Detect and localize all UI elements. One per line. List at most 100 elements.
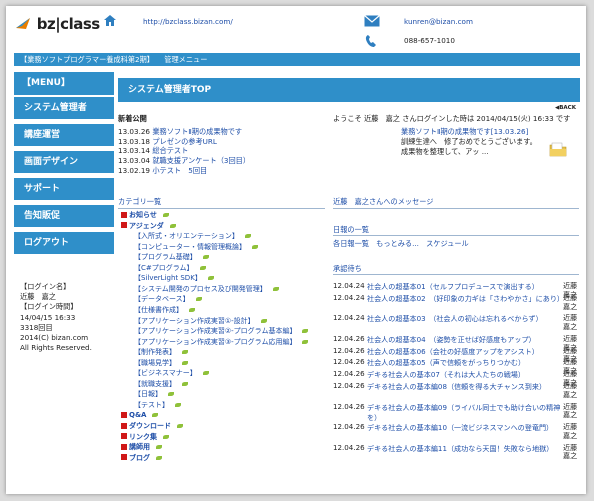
category-item[interactable]: Q&A xyxy=(121,411,159,420)
category-label[interactable]: アジェンダ xyxy=(129,222,164,230)
category-item[interactable]: 【アプリケーション作成実習②-プログラム基本編】 xyxy=(134,327,309,336)
approval-date: 12.04.26 xyxy=(333,345,365,355)
approval-link[interactable]: デキる社会人の基本編11（成功なら天国！失敗なら地獄） xyxy=(367,444,563,454)
category-label[interactable]: 【日報】 xyxy=(134,390,162,398)
category-label[interactable]: 【C#プログラム】 xyxy=(134,264,194,272)
category-label[interactable]: 【ビジネスマナー】 xyxy=(134,369,197,377)
category-item[interactable]: 【データベース】 xyxy=(134,295,202,304)
category-item[interactable]: 【入所式・オリエンテーション】 xyxy=(134,232,251,241)
phone-number: 088-657-1010 xyxy=(404,36,455,45)
category-item[interactable]: 【アプリケーション作成実習①-設計】 xyxy=(134,317,267,326)
approval-link[interactable]: 社会人の超基本02 （好印象の力ギは「さわやかさ」にあり） xyxy=(367,294,564,304)
category-label[interactable]: リンク集 xyxy=(129,433,157,441)
category-item[interactable]: ブログ xyxy=(121,454,162,463)
red-bullet-icon xyxy=(121,211,127,218)
sidebar: 【MENU】 システム管理者 講座運営 画面デザイン サポート 告知販促 ログア… xyxy=(14,72,114,259)
sidebar-item-logout[interactable]: ログアウト xyxy=(14,232,114,254)
category-label[interactable]: 【就職支援】 xyxy=(134,380,176,388)
approval-link[interactable]: 社会人の超基本04 （姿勢を正せば好感度もアップ） xyxy=(367,335,563,345)
notice-link[interactable]: 業務ソフトⅡ期の成果物です[13.03.26] xyxy=(401,127,528,136)
logo[interactable]: bz|class xyxy=(14,14,100,34)
approval-link[interactable]: デキる社会人の基本編09（ライバル同士でも助け合いの精神を） xyxy=(367,403,563,423)
category-label[interactable]: 【コンピューター・情報管理概論】 xyxy=(134,243,246,251)
category-item[interactable]: 【プログラム基礎】 xyxy=(134,253,209,262)
leaf-icon xyxy=(175,402,181,407)
sidebar-item-course-operation[interactable]: 講座運営 xyxy=(14,124,114,146)
message-heading: 近藤 嘉之さんへのメッセージ xyxy=(333,197,434,206)
category-item[interactable]: 【就職支援】 xyxy=(134,380,188,389)
category-item[interactable]: 【C#プログラム】 xyxy=(134,264,206,273)
category-label[interactable]: 【アプリケーション作成実習②-プログラム基本編】 xyxy=(134,327,296,335)
category-item[interactable]: 【職場見学】 xyxy=(134,359,188,368)
category-label[interactable]: Q&A xyxy=(129,411,146,419)
category-label[interactable]: ブログ xyxy=(129,454,150,462)
news-item: 13.03.18 プレゼンの参考URL xyxy=(118,136,217,146)
category-label[interactable]: 【テスト】 xyxy=(134,401,169,409)
category-item[interactable]: アジェンダ xyxy=(121,222,176,231)
approval-date: 12.04.24 xyxy=(333,313,365,323)
category-label[interactable]: ダウンロード xyxy=(129,422,171,430)
red-bullet-icon xyxy=(121,454,127,461)
site-url[interactable]: http://bzclass.bizan.com/ xyxy=(143,17,233,26)
category-label[interactable]: お知らせ xyxy=(129,211,157,219)
category-label[interactable]: 【プログラム基礎】 xyxy=(134,253,197,261)
approval-link[interactable]: 社会人の超基本05（声で信頼をがっちりつかむ） xyxy=(367,358,563,368)
home-icon[interactable] xyxy=(103,14,117,29)
title-bar: 【業務ソフトプログラマー養成科第2期】 管理メニュー xyxy=(14,53,580,66)
approval-link[interactable]: 社会人の超基本06（会社の好感度アップをアシスト） xyxy=(367,347,563,357)
category-item[interactable]: 【アプリケーション作成実習③-プログラム応用編】 xyxy=(134,338,309,347)
sidebar-item-support[interactable]: サポート xyxy=(14,178,114,200)
mail-icon xyxy=(364,15,380,29)
email-link[interactable]: kunren@bizan.com xyxy=(404,17,473,26)
diary-links[interactable]: 各日報一覧 もっとみる... スケジュール xyxy=(333,239,469,248)
category-item[interactable]: 講師用 xyxy=(121,443,162,452)
category-label[interactable]: 【アプリケーション作成実習③-プログラム応用編】 xyxy=(134,338,296,346)
approval-link[interactable]: デキる社会人の基本編08（信頼を得る大チャンス到来） xyxy=(367,382,563,392)
category-label[interactable]: 【アプリケーション作成実習①-設計】 xyxy=(134,317,255,325)
news-link[interactable]: プレゼンの参考URL xyxy=(152,137,217,146)
approval-link[interactable]: 社会人の超基本03 （社会人の初心は忘れるべからず） xyxy=(367,314,563,324)
category-item[interactable]: 【テスト】 xyxy=(134,401,181,410)
leaf-icon xyxy=(156,455,162,460)
logo-icon xyxy=(16,18,30,29)
category-item[interactable]: 【制作発表】 xyxy=(134,348,188,357)
category-label[interactable]: 講師用 xyxy=(129,443,150,451)
approval-author: 近藤 嘉之 xyxy=(563,422,585,440)
news-link[interactable]: 業務ソフトⅡ期の成果物です xyxy=(152,127,242,136)
category-item[interactable]: ダウンロード xyxy=(121,422,183,431)
category-label[interactable]: 【仕様書作成】 xyxy=(134,306,183,314)
approval-link[interactable]: デキる社会人の基本07（それは大人たちの戦場） xyxy=(367,370,563,380)
category-item[interactable]: 【コンピューター・情報管理概論】 xyxy=(134,243,258,252)
category-label[interactable]: 【SilverLight SDK】 xyxy=(134,274,202,282)
sidebar-item-screen-design[interactable]: 画面デザイン xyxy=(14,151,114,173)
back-link[interactable]: ◀BACK xyxy=(555,105,576,112)
leaf-icon xyxy=(162,213,169,217)
approval-link[interactable]: 社会人の超基本01（セルフプロデュースで演出する） xyxy=(367,282,563,292)
red-bullet-icon xyxy=(121,222,127,229)
news-link[interactable]: 総合テスト xyxy=(152,146,188,155)
category-item[interactable]: リンク集 xyxy=(121,433,169,442)
news-link[interactable]: 就職支援アンケート（3回目） xyxy=(152,156,250,165)
sidebar-item-system-admin[interactable]: システム管理者 xyxy=(14,97,114,119)
login-name: 近藤 嘉之 xyxy=(20,292,56,302)
category-label[interactable]: 【システム開発のプロセス及び開発管理】 xyxy=(134,285,267,293)
leaf-icon xyxy=(163,434,169,439)
news-item: 13.03.14 総合テスト xyxy=(118,146,189,156)
login-count: 3318回目 xyxy=(20,322,53,332)
sidebar-item-promotion[interactable]: 告知販促 xyxy=(14,205,114,227)
category-item[interactable]: 【システム開発のプロセス及び開発管理】 xyxy=(134,285,279,294)
approval-link[interactable]: デキる社会人の基本編10（一流ビジネスマンへの登竜門） xyxy=(367,423,563,433)
category-item[interactable]: 【SilverLight SDK】 xyxy=(134,274,214,283)
category-label[interactable]: 【データベース】 xyxy=(134,295,190,303)
approval-date: 12.04.26 xyxy=(333,401,365,411)
category-item[interactable]: 【仕様書作成】 xyxy=(134,306,195,315)
category-item[interactable]: 【日報】 xyxy=(134,390,174,399)
leaf-icon xyxy=(168,392,174,397)
leaf-icon xyxy=(189,307,195,312)
category-label[interactable]: 【入所式・オリエンテーション】 xyxy=(134,232,239,240)
category-item[interactable]: お知らせ xyxy=(121,211,169,220)
category-label[interactable]: 【職場見学】 xyxy=(134,359,176,367)
category-label[interactable]: 【制作発表】 xyxy=(134,348,176,356)
news-link[interactable]: 小テスト 5回目 xyxy=(152,166,207,175)
category-item[interactable]: 【ビジネスマナー】 xyxy=(134,369,209,378)
